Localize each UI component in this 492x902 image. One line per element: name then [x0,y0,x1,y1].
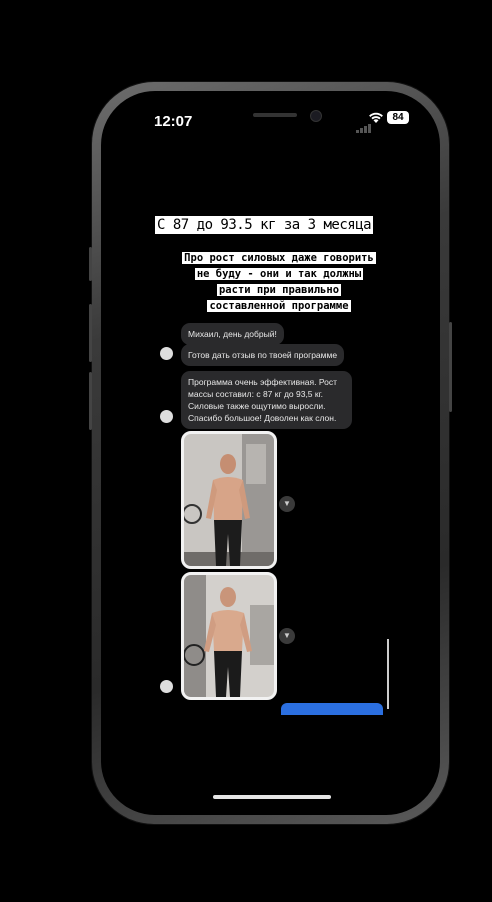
battery-icon: 84 [387,111,409,124]
phone-screen: 12:07 84 С 87 до 93.5 кг за 3 месяца Про… [101,91,440,815]
power-button [449,322,452,412]
status-time: 12:07 [154,113,193,130]
after-photo[interactable] [181,572,277,700]
avatar [160,347,173,360]
front-camera [310,110,322,122]
chat-message-1: Михаил, день добрый! [181,323,284,345]
story-subhead-text: Про рост силовых даже говорить не буду -… [182,252,376,312]
story-subhead: Про рост силовых даже говорить не буду -… [179,250,379,314]
share-icon[interactable]: ▼ [279,496,295,512]
wifi-icon [369,112,383,123]
action-button [89,247,92,281]
volume-up-button [89,304,92,362]
avatar [160,680,173,693]
before-photo[interactable] [181,431,277,569]
accent-bar [281,703,383,715]
after-photo-image [184,575,274,697]
chat-message-3: Программа очень эффективная. Рост массы … [181,371,352,429]
story-headline: С 87 до 93.5 кг за 3 месяца [155,216,374,234]
chat-message-2: Готов дать отзыв по твоей программе [181,344,345,366]
home-indicator[interactable] [213,795,331,799]
avatar [160,410,173,423]
phone-frame: 12:07 84 С 87 до 93.5 кг за 3 месяца Про… [89,82,452,824]
scrollbar[interactable] [387,639,389,709]
speaker-grille [253,113,297,117]
before-photo-image [184,434,274,566]
share-icon[interactable]: ▼ [279,628,295,644]
volume-down-button [89,372,92,430]
